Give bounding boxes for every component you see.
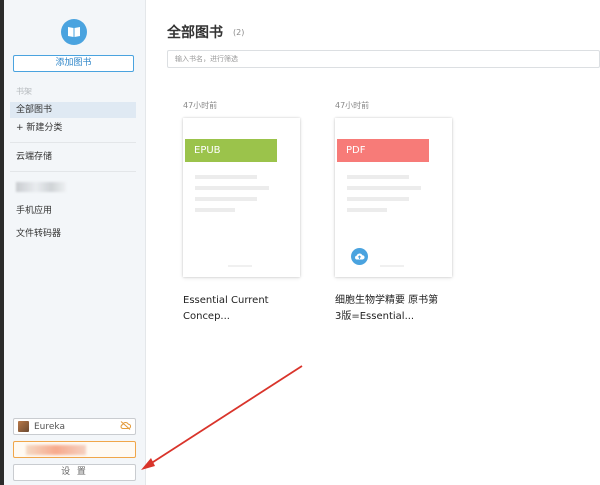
redacted-vip-text bbox=[26, 445, 86, 455]
book-title-line: Essential Current bbox=[183, 295, 269, 306]
redacted-item bbox=[16, 182, 66, 192]
cover-line bbox=[195, 208, 235, 212]
add-book-button[interactable]: 添加图书 bbox=[13, 55, 134, 72]
format-badge: EPUB bbox=[185, 139, 277, 162]
bookshelf-section-label: 书架 bbox=[16, 87, 32, 96]
book-card[interactable]: 47小时前 PDF 细胞生物学精要 原书第 3版=Essential... bbox=[335, 100, 463, 325]
settings-button[interactable]: 设 置 bbox=[13, 464, 136, 481]
sidebar-item-mobile-app[interactable]: 手机应用 bbox=[10, 203, 136, 219]
avatar bbox=[18, 421, 29, 432]
sidebar-divider bbox=[10, 142, 136, 143]
book-count: (2) bbox=[233, 28, 245, 37]
cover-line bbox=[347, 186, 421, 190]
book-time: 47小时前 bbox=[183, 101, 218, 110]
format-badge: PDF bbox=[337, 139, 429, 162]
search-input[interactable]: 输入书名，进行筛选 bbox=[167, 50, 600, 68]
cover-line bbox=[195, 175, 257, 179]
cover-line bbox=[347, 197, 409, 201]
sidebar-divider bbox=[10, 171, 136, 172]
app-window: 添加图书 书架 全部图书 + 新建分类 云端存储 手机应用 文件转码器 Eure… bbox=[0, 0, 600, 485]
book-title[interactable]: Essential Current Concep... bbox=[183, 293, 311, 325]
user-account[interactable]: Eureka bbox=[13, 418, 136, 435]
book-title-line: 细胞生物学精要 原书第 bbox=[335, 295, 439, 306]
cover-footer bbox=[380, 265, 404, 267]
sidebar-item-new-category[interactable]: + 新建分类 bbox=[10, 120, 136, 136]
book-cover[interactable]: EPUB bbox=[183, 118, 300, 277]
book-cover[interactable]: PDF bbox=[335, 118, 452, 277]
book-title[interactable]: 细胞生物学精要 原书第 3版=Essential... bbox=[335, 293, 463, 325]
sidebar: 添加图书 书架 全部图书 + 新建分类 云端存储 手机应用 文件转码器 Eure… bbox=[4, 0, 146, 485]
cover-line bbox=[195, 197, 257, 201]
book-title-line: Concep... bbox=[183, 311, 230, 322]
cover-line bbox=[195, 186, 269, 190]
cloud-off-icon[interactable] bbox=[120, 420, 132, 433]
main-panel: 全部图书 (2) 输入书名，进行筛选 47小时前 EPUB Essential … bbox=[146, 0, 600, 485]
user-name: Eureka bbox=[34, 421, 65, 432]
book-title-line: 3版=Essential... bbox=[335, 311, 415, 322]
cover-line bbox=[347, 208, 387, 212]
cloud-upload-icon[interactable] bbox=[351, 248, 368, 265]
sidebar-item-cloud-storage[interactable]: 云端存储 bbox=[10, 149, 136, 165]
cover-footer bbox=[228, 265, 252, 267]
book-time: 47小时前 bbox=[335, 101, 370, 110]
page-title: 全部图书 bbox=[167, 25, 223, 41]
vip-banner[interactable] bbox=[13, 441, 136, 458]
book-icon bbox=[61, 19, 87, 45]
sidebar-item-file-converter[interactable]: 文件转码器 bbox=[10, 226, 136, 242]
sidebar-item-all-books[interactable]: 全部图书 bbox=[10, 102, 136, 118]
book-card[interactable]: 47小时前 EPUB Essential Current Concep... bbox=[183, 100, 311, 325]
cover-line bbox=[347, 175, 409, 179]
